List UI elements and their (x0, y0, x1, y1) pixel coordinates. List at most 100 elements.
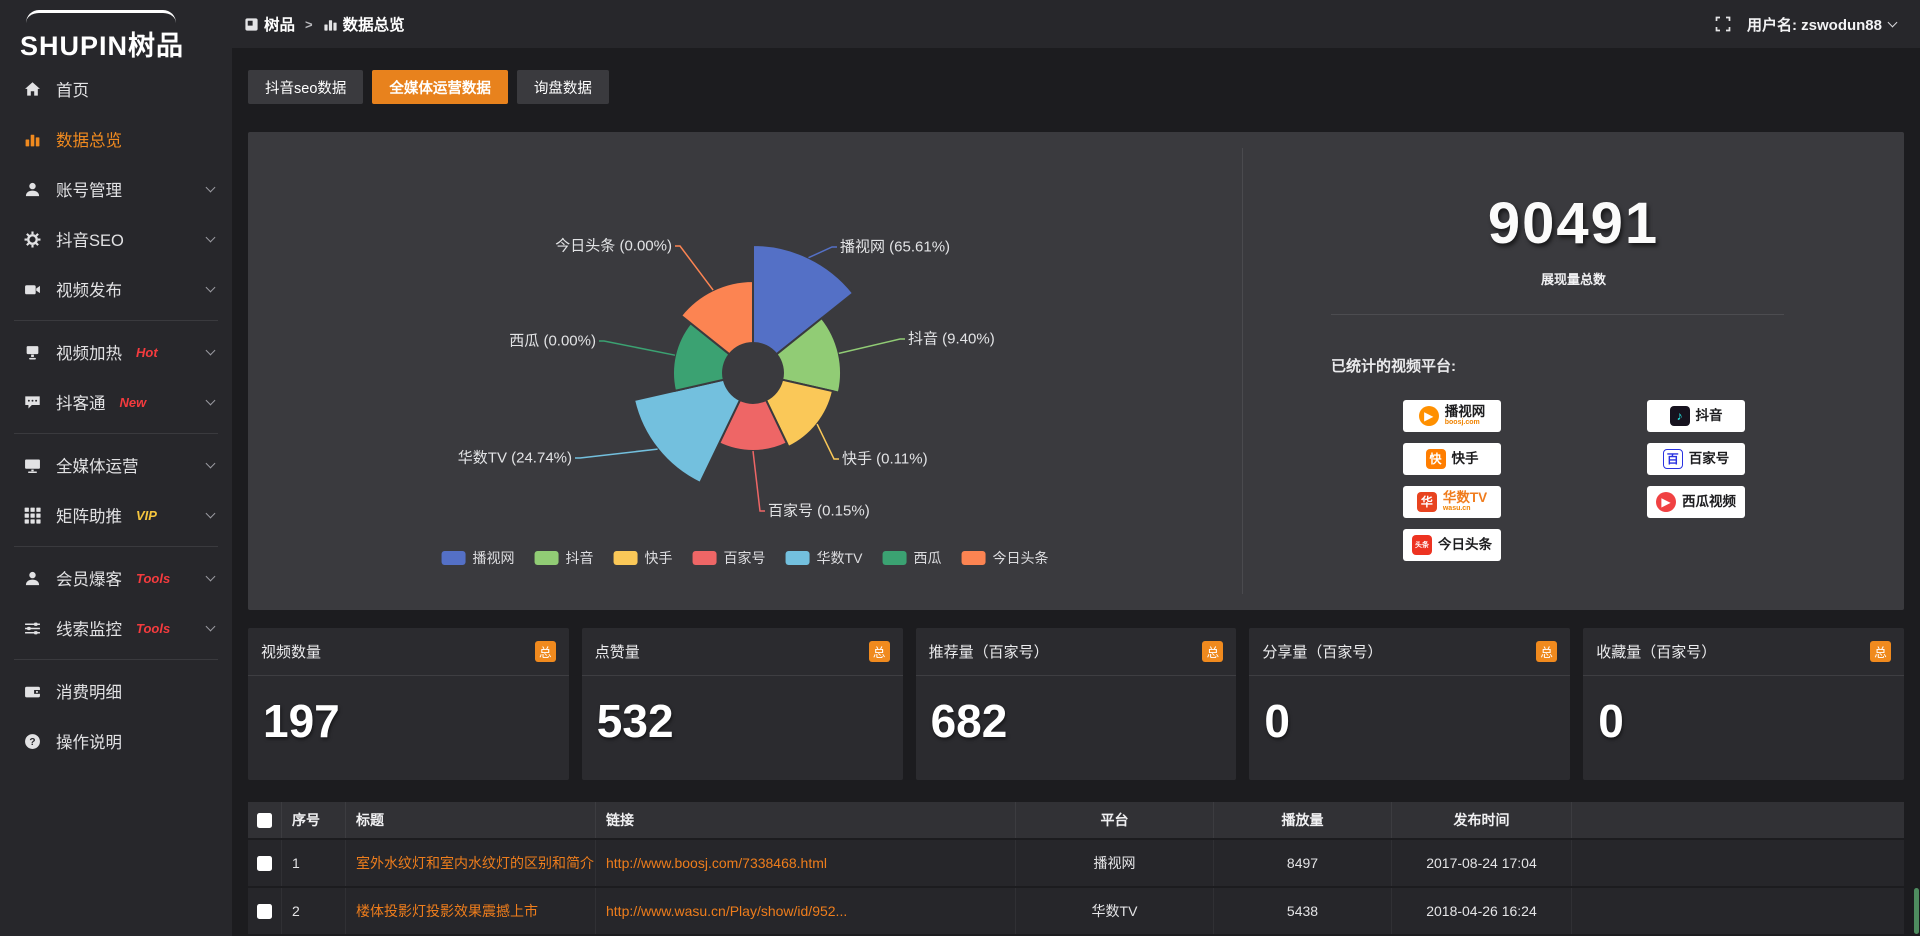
cell-url-link[interactable]: http://www.wasu.cn/Play/show/id/952... (606, 903, 847, 919)
tab-1[interactable]: 全媒体运营数据 (372, 70, 508, 104)
sidebar-item-2[interactable]: 账号管理 (0, 164, 232, 214)
label-leader-line (817, 424, 839, 459)
legend-item-4[interactable]: 华数TV (786, 548, 863, 568)
chevron-down-icon (206, 571, 216, 581)
sidebar-item-label: 会员爆客 (56, 566, 122, 590)
grid-icon (24, 506, 42, 524)
tab-2[interactable]: 询盘数据 (517, 70, 609, 104)
breadcrumb-root[interactable]: 树品 (264, 13, 295, 35)
platform-badge-baijiahao-logo: 百百家号 (1647, 443, 1745, 475)
sidebar-divider (14, 659, 218, 660)
legend-item-6[interactable]: 今日头条 (961, 548, 1048, 568)
user-menu[interactable]: 用户名: zswodun88 (1747, 14, 1896, 35)
sidebar-item-label: 数据总览 (56, 127, 122, 151)
column-header-4: 平台 (1016, 802, 1214, 838)
cell-title-link[interactable]: 楼体投影灯投影效果震撼上市 (356, 903, 538, 919)
sidebar-item-label: 抖音SEO (56, 227, 124, 251)
cell-empty (1572, 840, 1904, 886)
label-leader-line (599, 341, 675, 355)
stat-card-title: 视频数量 (261, 641, 321, 662)
legend-item-2[interactable]: 快手 (614, 548, 673, 568)
total-badge: 总 (1870, 641, 1891, 662)
sidebar-item-12[interactable]: ?操作说明 (0, 716, 232, 766)
legend-item-1[interactable]: 抖音 (535, 548, 594, 568)
stat-card-3: 分享量（百家号）总0 (1249, 628, 1570, 780)
video-heat-icon (24, 343, 42, 361)
cell-time: 2018-04-26 16:24 (1392, 888, 1572, 934)
row-checkbox[interactable] (257, 904, 272, 919)
platform-badge-douyin-logo: ♪抖音 (1647, 400, 1745, 432)
sidebar-item-label: 全媒体运营 (56, 453, 139, 477)
chevron-down-icon (206, 345, 216, 355)
rose-chart-svg: 播视网 (65.61%)抖音 (9.40%)快手 (0.11%)百家号 (0.1… (248, 132, 1242, 610)
pie-label-2: 快手 (0.11%) (842, 451, 928, 468)
stat-card-header: 推荐量（百家号）总 (916, 628, 1237, 676)
platform-badge-kuaishou-logo: 快快手 (1403, 443, 1501, 475)
table-header-row: 序号标题链接平台播放量发布时间 (248, 802, 1904, 838)
sidebar-item-0[interactable]: 首页 (0, 64, 232, 114)
sidebar: SHUPIN树品 首页数据总览账号管理抖音SEO 视频发布视频加热Hot抖客通Ne… (0, 0, 232, 936)
wallet-icon (24, 682, 42, 700)
sidebar-item-label: 消费明细 (56, 679, 122, 703)
platform-badge-boosj-logo: ▶播视网boosj.com (1403, 400, 1501, 432)
cell-url-link[interactable]: http://www.boosj.com/7338468.html (606, 855, 827, 871)
platform-name: 今日头条 (1438, 538, 1492, 552)
app-icon (244, 17, 259, 32)
sidebar-item-6[interactable]: 抖客通New (0, 377, 232, 427)
chevron-down-icon (206, 232, 216, 242)
sidebar-item-label: 账号管理 (56, 177, 122, 201)
platform-badge-wasu-logo: 华华数TVwasu.cn (1403, 486, 1501, 518)
column-header-3: 链接 (596, 802, 1016, 838)
pie-label-3: 百家号 (0.15%) (768, 503, 870, 520)
stat-card-header: 视频数量总 (248, 628, 569, 676)
stat-card-title: 点赞量 (595, 641, 640, 662)
column-header-1: 序号 (282, 802, 346, 838)
fullscreen-icon[interactable] (1715, 16, 1731, 32)
sidebar-item-tag: New (120, 395, 147, 410)
sidebar-item-9[interactable]: 会员爆客Tools (0, 553, 232, 603)
sidebar-item-1[interactable]: 数据总览 (0, 114, 232, 164)
legend-item-3[interactable]: 百家号 (693, 548, 766, 568)
stat-card-value: 0 (1249, 676, 1570, 748)
stat-card-title: 分享量（百家号） (1262, 641, 1382, 662)
total-badge: 总 (869, 641, 890, 662)
sidebar-item-11[interactable]: 消费明细 (0, 666, 232, 716)
legend-item-5[interactable]: 西瓜 (882, 548, 941, 568)
table-row-1: 2楼体投影灯投影效果震撼上市http://www.wasu.cn/Play/sh… (248, 888, 1904, 934)
chat-icon (24, 393, 42, 411)
chevron-down-icon (206, 508, 216, 518)
pie-slice-4[interactable] (634, 380, 740, 483)
sidebar-item-10[interactable]: 线索监控Tools (0, 603, 232, 653)
main-column: 树品 > 数据总览 用户名: zswodun88 抖音seo数据全媒体运营数据询… (232, 0, 1920, 936)
legend-swatch (535, 551, 559, 565)
column-header-6: 发布时间 (1392, 802, 1572, 838)
rose-pie-chart: 播视网 (65.61%)抖音 (9.40%)快手 (0.11%)百家号 (0.1… (248, 132, 1242, 615)
label-leader-line (809, 247, 838, 258)
cell-title-link[interactable]: 室外水纹灯和室内水纹灯的区别和简介 (356, 855, 594, 871)
user-area: 用户名: zswodun88 (1715, 14, 1896, 35)
table-row-0: 1室外水纹灯和室内水纹灯的区别和简介http://www.boosj.com/7… (248, 840, 1904, 886)
sidebar-item-8[interactable]: 矩阵助推VIP (0, 490, 232, 540)
chart-area: 播视网 (65.61%)抖音 (9.40%)快手 (0.11%)百家号 (0.1… (248, 132, 1242, 610)
legend-item-0[interactable]: 播视网 (442, 548, 515, 568)
sidebar-item-label: 视频发布 (56, 277, 122, 301)
row-checkbox[interactable] (257, 856, 272, 871)
topbar: 树品 > 数据总览 用户名: zswodun88 (232, 0, 1920, 48)
scrollbar-thumb[interactable] (1914, 888, 1919, 934)
select-all-checkbox[interactable] (257, 813, 272, 828)
legend-label: 播视网 (473, 548, 515, 568)
checkbox-cell (248, 840, 282, 886)
legend-swatch (882, 551, 906, 565)
sidebar-item-3[interactable]: 抖音SEO (0, 214, 232, 264)
app-logo: SHUPIN树品 (0, 0, 232, 64)
chevron-down-icon (206, 458, 216, 468)
tab-0[interactable]: 抖音seo数据 (248, 70, 363, 104)
platform-name: 快手 (1452, 452, 1479, 466)
sidebar-item-4[interactable]: 视频发布 (0, 264, 232, 314)
legend-label: 抖音 (566, 548, 594, 568)
sidebar-divider (14, 433, 218, 434)
sidebar-item-7[interactable]: 全媒体运营 (0, 440, 232, 490)
legend-swatch (442, 551, 466, 565)
sidebar-item-5[interactable]: 视频加热Hot (0, 327, 232, 377)
stat-card-title: 收藏量（百家号） (1596, 641, 1716, 662)
